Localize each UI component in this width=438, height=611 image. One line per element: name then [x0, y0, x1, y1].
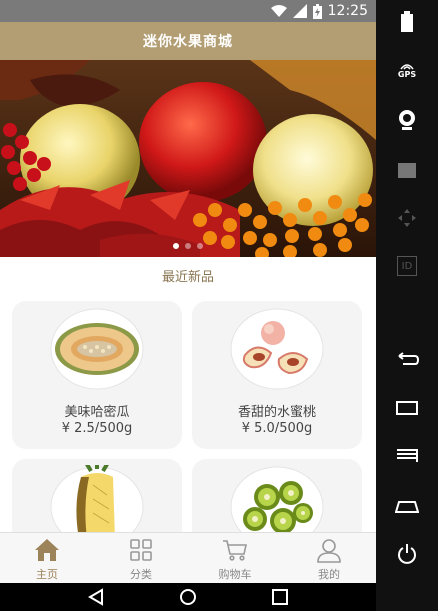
wifi-icon — [270, 5, 287, 17]
power-icon — [398, 544, 416, 564]
tab-cart[interactable]: 购物车 — [188, 533, 282, 583]
carousel-dot[interactable] — [197, 243, 203, 249]
bottom-tab-bar: 主页 分类 购物车 我的 — [0, 532, 376, 583]
carousel-indicators — [0, 243, 376, 249]
tab-label: 我的 — [318, 568, 340, 581]
battery-icon — [312, 3, 322, 19]
gps-button[interactable]: GPS — [376, 50, 438, 90]
tab-label: 购物车 — [218, 568, 252, 581]
peach-image — [230, 308, 324, 390]
product-price: ¥ 2.5/500g — [61, 421, 133, 436]
emulator-side-panel: GPS ID — [376, 0, 438, 611]
power-button[interactable] — [376, 534, 438, 574]
tab-profile[interactable]: 我的 — [282, 533, 376, 583]
menu-icon — [397, 449, 418, 462]
gps-label: GPS — [397, 69, 417, 79]
banner-image — [0, 60, 376, 257]
status-bar: 12:25 — [0, 0, 376, 22]
back-arrow-icon — [398, 352, 419, 365]
melon-image — [50, 308, 144, 390]
product-price: ¥ 5.0/500g — [241, 421, 313, 436]
home-outline-icon — [395, 501, 419, 513]
tab-label: 主页 — [36, 568, 58, 581]
product-name: 香甜的水蜜桃 — [237, 405, 316, 420]
back-icon[interactable] — [87, 588, 105, 606]
overview-button[interactable] — [376, 388, 438, 428]
id-label: ID — [401, 260, 413, 272]
user-icon — [317, 539, 341, 563]
clock: 12:25 — [327, 3, 368, 19]
carousel-dot[interactable] — [185, 243, 191, 249]
product-card[interactable]: 美味哈密瓜 ¥ 2.5/500g — [12, 301, 182, 449]
id-button[interactable]: ID — [376, 246, 438, 286]
product-card[interactable]: 香甜的水蜜桃 ¥ 5.0/500g — [192, 301, 362, 449]
section-title: 最近新品 — [161, 270, 214, 285]
app-screen: 12:25 迷你水果商城 最近新品 美味哈密瓜 ¥ 2.5/500g 香甜的水蜜… — [0, 0, 376, 583]
home-button[interactable] — [376, 486, 438, 526]
cart-icon — [223, 540, 247, 561]
back-button[interactable] — [376, 340, 438, 380]
menu-button[interactable] — [376, 436, 438, 476]
dpad-icon — [398, 209, 416, 227]
camera-button[interactable] — [376, 100, 438, 140]
home-icon — [35, 539, 59, 561]
webcam-icon — [399, 110, 415, 130]
screenrecord-button[interactable] — [376, 150, 438, 190]
clapperboard-icon — [398, 163, 416, 178]
overview-icon — [396, 401, 418, 415]
signal-icon — [292, 4, 307, 18]
grid-icon — [130, 539, 152, 561]
battery-button[interactable] — [376, 2, 438, 42]
banner-carousel[interactable] — [0, 60, 376, 257]
app-title: 迷你水果商城 — [143, 34, 233, 50]
system-nav-bar — [0, 583, 376, 611]
tab-category[interactable]: 分类 — [94, 533, 188, 583]
tab-home[interactable]: 主页 — [0, 533, 94, 583]
battery-icon — [401, 11, 413, 32]
dpad-button[interactable] — [376, 198, 438, 238]
tab-label: 分类 — [130, 568, 152, 581]
home-nav-icon[interactable] — [179, 588, 197, 606]
product-name: 美味哈密瓜 — [64, 405, 130, 420]
gps-icon — [400, 63, 414, 69]
app-bar: 迷你水果商城 — [0, 22, 376, 60]
recents-icon[interactable] — [271, 588, 289, 606]
carousel-dot[interactable] — [173, 243, 179, 249]
